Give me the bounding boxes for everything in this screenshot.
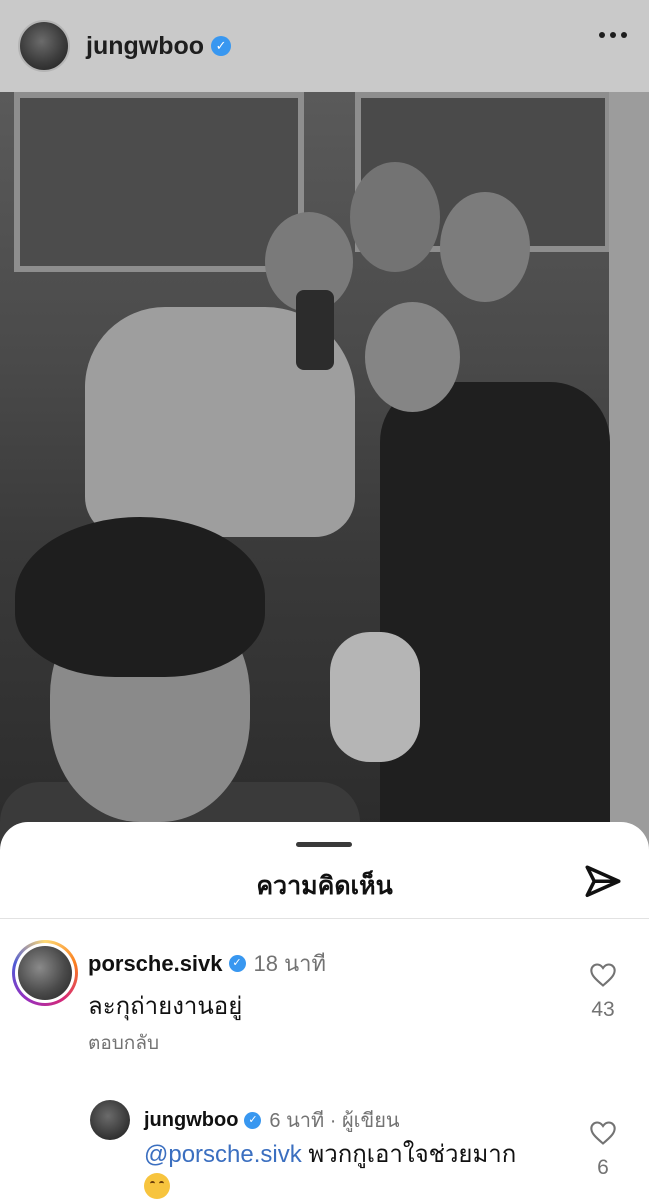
reply-like-group: 6 <box>578 1120 628 1180</box>
verified-badge-icon: ✓ <box>228 955 246 972</box>
commenter-username[interactable]: porsche.sivk <box>88 951 223 977</box>
verified-badge-icon: ✓ <box>211 36 232 56</box>
more-options-icon[interactable] <box>599 32 627 38</box>
like-count: 43 <box>591 998 615 1021</box>
sheet-title: ความคิดเห็น <box>256 872 393 900</box>
reply-body: พวกกูเอาใจช่วยมาก <box>301 1141 517 1168</box>
sheet-drag-handle[interactable] <box>296 842 352 847</box>
post-header: jungwboo ✓ <box>0 0 649 92</box>
reply-time-role: 6 นาที · ผู้เขียน <box>269 1110 400 1132</box>
author-name-row[interactable]: jungwboo ✓ <box>86 32 232 61</box>
reply-text: @porsche.sivk พวกกูเอาใจช่วยมาก <box>144 1140 564 1200</box>
post-photo[interactable] <box>0 92 649 852</box>
reply-username[interactable]: jungwboo <box>144 1109 238 1132</box>
comment-like-group: 43 <box>578 962 628 1022</box>
comment-text: ละกุถ่ายงานอยู่ <box>88 993 243 1020</box>
comment-time: 18 นาที <box>253 951 326 976</box>
instagram-post-screen: jungwboo ✓ ความคิดเห็น porsche.sivk ✓ 18… <box>0 0 649 1200</box>
heart-icon[interactable] <box>589 962 617 988</box>
verified-badge-icon: ✓ <box>244 1111 262 1129</box>
reply-button[interactable]: ตอบกลับ <box>88 1028 159 1058</box>
sheet-divider <box>0 918 649 919</box>
send-icon[interactable] <box>582 862 624 904</box>
reply-author-avatar[interactable] <box>90 1100 130 1140</box>
mention-link[interactable]: @porsche.sivk <box>144 1141 302 1168</box>
reply-header: jungwboo ✓ 6 นาที · ผู้เขียน <box>144 1104 400 1136</box>
commenter-avatar[interactable] <box>12 940 78 1006</box>
comment-header: porsche.sivk ✓ 18 นาที <box>88 946 326 981</box>
author-avatar[interactable] <box>18 20 70 72</box>
heart-icon[interactable] <box>589 1120 617 1146</box>
like-count: 6 <box>597 1156 609 1179</box>
laughing-emoji-icon <box>144 1172 170 1199</box>
author-username[interactable]: jungwboo <box>86 32 204 61</box>
